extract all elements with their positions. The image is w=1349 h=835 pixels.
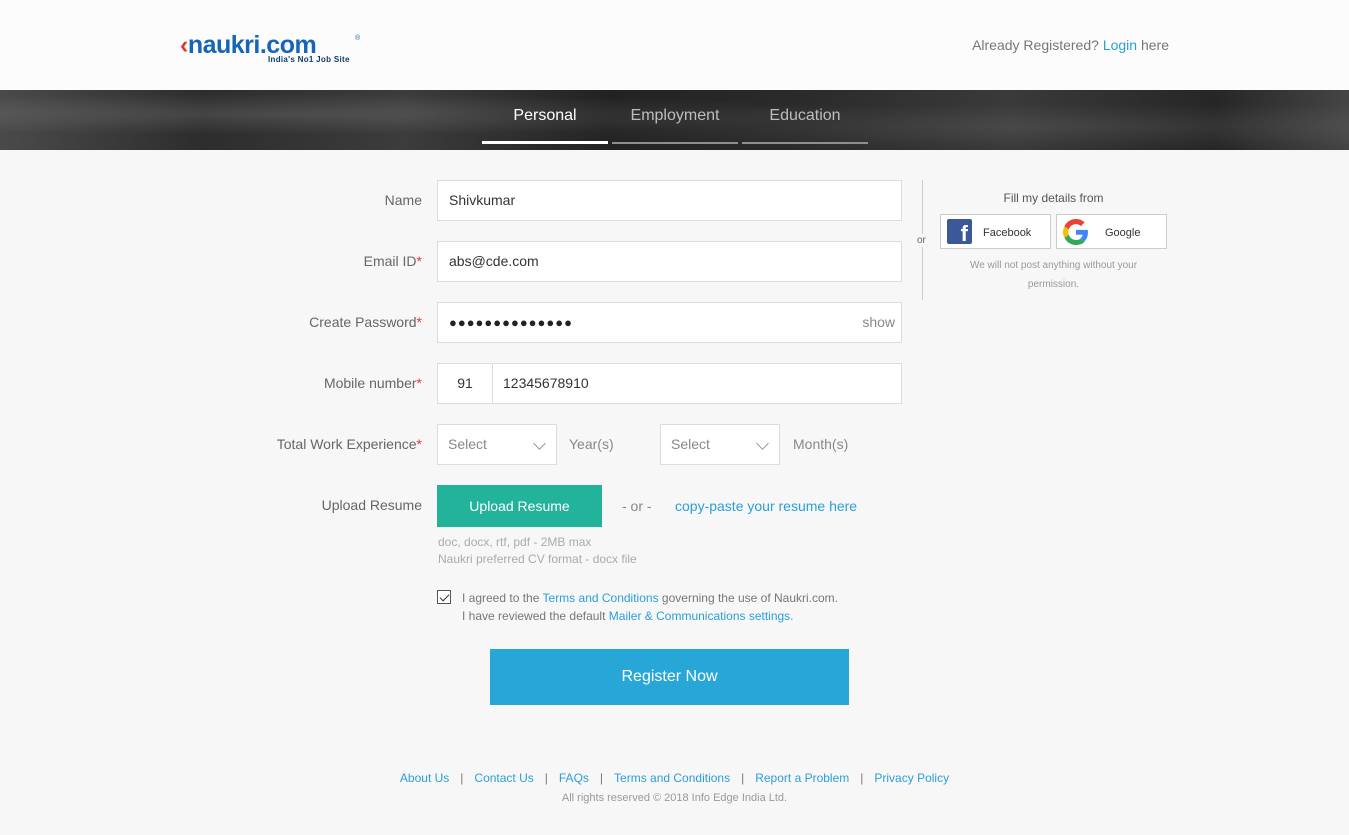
- name-label: Name: [384, 192, 422, 208]
- months-select[interactable]: Select: [660, 424, 780, 465]
- social-disclaimer: We will not post anything without your p…: [969, 260, 1138, 290]
- footer-link-contact[interactable]: Contact Us: [474, 771, 533, 785]
- footer-link-about[interactable]: About Us: [400, 771, 449, 785]
- copyright: All rights reserved © 2018 Info Edge Ind…: [561, 792, 788, 804]
- paste-resume-link[interactable]: copy-paste your resume here: [675, 498, 857, 514]
- step-tabs-banner: Personal Employment Education: [0, 90, 1349, 150]
- resume-preferred-hint: Naukri preferred CV format - docx file: [438, 552, 637, 566]
- password-label: Create Password*: [309, 314, 422, 330]
- google-icon: [1063, 219, 1088, 245]
- google-label: Google: [1105, 227, 1141, 239]
- fill-details-title: Fill my details from: [1003, 191, 1104, 205]
- tab-personal[interactable]: Personal: [482, 90, 608, 144]
- already-registered: Already Registered? Login here: [972, 37, 1169, 53]
- facebook-button[interactable]: f Facebook: [940, 214, 1051, 249]
- or-separator: - or -: [622, 498, 652, 514]
- country-code-input[interactable]: 91: [437, 363, 493, 404]
- password-input[interactable]: ●●●●●●●●●●●●●● show: [437, 302, 902, 343]
- login-link[interactable]: Login: [1103, 37, 1137, 53]
- years-unit: Year(s): [569, 436, 614, 452]
- terms-link[interactable]: Terms and Conditions: [543, 591, 659, 605]
- side-or: or: [917, 234, 926, 247]
- mobile-label: Mobile number*: [323, 375, 422, 391]
- password-mask: ●●●●●●●●●●●●●●: [449, 315, 573, 330]
- mailer-settings-link[interactable]: Mailer & Communications settings.: [609, 609, 794, 623]
- facebook-label: Facebook: [983, 227, 1032, 239]
- terms-text: I agreed to the Terms and Conditions gov…: [462, 591, 839, 605]
- upload-resume-button[interactable]: Upload Resume: [437, 485, 602, 527]
- already-registered-text: Already Registered?: [972, 37, 1099, 53]
- naukri-logo[interactable]: ‹naukri.com ® India's No1 Job Site: [180, 33, 362, 67]
- email-label: Email ID*: [363, 253, 422, 269]
- tab-employment[interactable]: Employment: [612, 90, 738, 144]
- logo-tagline: India's No1 Job Site: [268, 55, 350, 64]
- footer-links: About Us | Contact Us | FAQs | Terms and Condi…: [399, 771, 950, 785]
- years-select-value: Select: [448, 436, 487, 452]
- footer-link-privacy[interactable]: Privacy Policy: [874, 771, 949, 785]
- show-password-button[interactable]: show: [862, 303, 895, 342]
- chevron-down-icon: [533, 437, 546, 450]
- mobile-number-input[interactable]: 12345678910: [492, 363, 902, 404]
- google-button[interactable]: Google: [1056, 214, 1167, 249]
- years-select[interactable]: Select: [437, 424, 557, 465]
- experience-label: Total Work Experience*: [276, 436, 422, 452]
- terms-checkbox[interactable]: [437, 590, 451, 604]
- resume-format-hint: doc, docx, rtf, pdf - 2MB max: [438, 535, 592, 549]
- facebook-icon: f: [947, 219, 972, 244]
- logo-wordmark: ‹naukri.com: [180, 31, 317, 59]
- name-input[interactable]: Shivkumar: [437, 180, 902, 221]
- header: ‹naukri.com ® India's No1 Job Site Alrea…: [0, 0, 1349, 90]
- tab-education[interactable]: Education: [742, 90, 868, 144]
- footer-link-faqs[interactable]: FAQs: [559, 771, 589, 785]
- footer-link-report[interactable]: Report a Problem: [755, 771, 849, 785]
- registered-mark: ®: [355, 35, 361, 42]
- login-suffix: here: [1140, 37, 1169, 53]
- months-unit: Month(s): [793, 436, 849, 452]
- resume-label: Upload Resume: [321, 497, 422, 513]
- months-select-value: Select: [671, 436, 710, 452]
- footer-link-terms[interactable]: Terms and Conditions: [614, 771, 730, 785]
- email-input[interactable]: abs@cde.com: [437, 241, 902, 282]
- mailer-text: I have reviewed the default Mailer & Com…: [462, 609, 794, 623]
- register-now-button[interactable]: Register Now: [490, 649, 849, 705]
- chevron-down-icon: [756, 437, 769, 450]
